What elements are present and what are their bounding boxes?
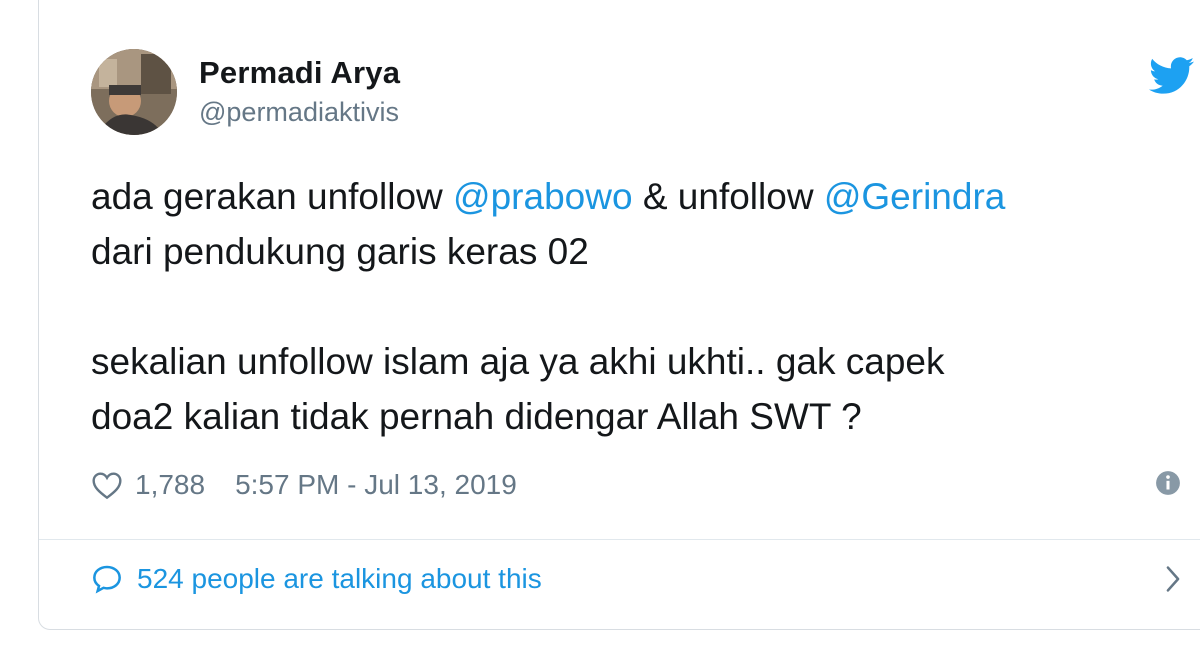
author-handle[interactable]: @permadiaktivis [199,97,399,128]
divider [39,539,1200,540]
tweet-text: ada gerakan unfollow @prabowo & unfollow… [91,169,1200,444]
conversation-link[interactable]: 524 people are talking about this [91,557,1181,601]
tweet-line-4: doa2 kalian tidak pernah didengar Allah … [91,396,862,437]
avatar[interactable] [91,49,177,135]
tweet-text-segment: & unfollow [632,176,824,217]
author-display-name[interactable]: Permadi Arya [199,55,400,91]
profile-photo-icon [91,49,177,135]
tweet-card[interactable]: Permadi Arya @permadiaktivis ada gerakan… [38,0,1200,630]
tweet-timestamp[interactable]: 5:57 PM - Jul 13, 2019 [235,469,517,501]
tweet-line-1: ada gerakan unfollow @prabowo & unfollow… [91,169,1200,224]
twitter-bird-icon[interactable] [1149,57,1195,95]
tweet-line-2: dari pendukung garis keras 02 [91,231,589,272]
mention-link-gerindra[interactable]: @Gerindra [824,176,1006,217]
tweet-text-segment: ada gerakan unfollow [91,176,454,217]
paragraph-break [91,279,1200,334]
talking-count-label[interactable]: 524 people are talking about this [137,563,542,595]
speech-bubble-icon [93,565,121,594]
like-count[interactable]: 1,788 [135,469,205,501]
tweet-meta: 1,788 5:57 PM - Jul 13, 2019 [91,465,517,505]
chevron-right-icon[interactable] [1165,565,1181,593]
info-icon[interactable] [1155,470,1181,496]
tweet-line-3: sekalian unfollow islam aja ya akhi ukht… [91,341,945,382]
mention-link-prabowo[interactable]: @prabowo [453,176,633,217]
heart-outline-icon[interactable] [91,470,123,500]
